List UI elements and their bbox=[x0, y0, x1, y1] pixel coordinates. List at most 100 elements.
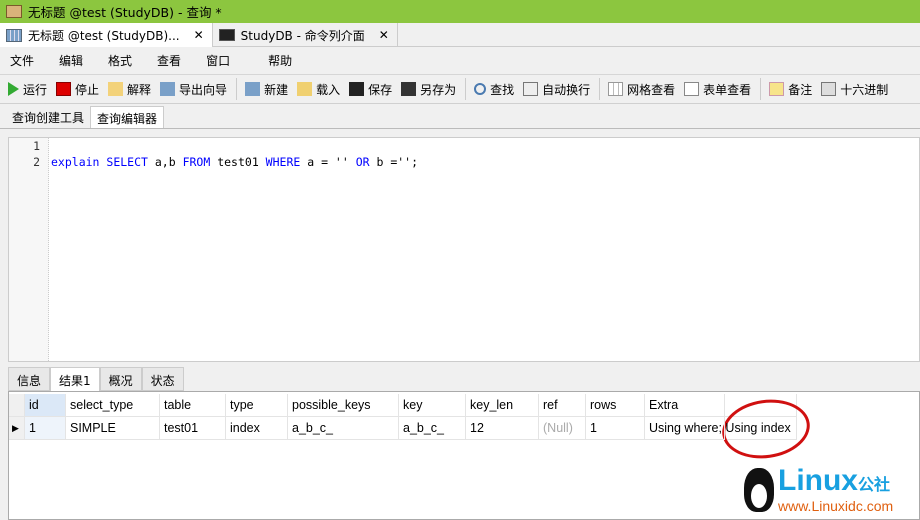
menu-view[interactable]: 查看 bbox=[157, 52, 181, 69]
corner-cell bbox=[9, 394, 25, 417]
run-button[interactable]: 运行 bbox=[8, 81, 47, 98]
hex-icon bbox=[821, 82, 837, 96]
label: 备注 bbox=[788, 82, 813, 97]
code-text: a = '' bbox=[300, 155, 356, 169]
menu-help[interactable]: 帮助 bbox=[268, 52, 292, 69]
cell[interactable]: 1 bbox=[586, 417, 645, 440]
explain-icon bbox=[108, 82, 124, 96]
table-row[interactable]: ▶ 1 SIMPLE test01 index a_b_c_ a_b_c_ 12 (Null) 1… bbox=[9, 417, 797, 440]
export-wizard-button[interactable]: 导出向导 bbox=[160, 81, 227, 98]
memo-button[interactable]: 备注 bbox=[769, 81, 812, 98]
tab-label: StudyDB - 命令列介面 bbox=[240, 28, 365, 43]
label: 十六进制 bbox=[840, 82, 889, 97]
save-button[interactable]: 保存 bbox=[349, 81, 392, 98]
keyword: FROM bbox=[182, 155, 211, 169]
window-title: 无标题 @test (StudyDB) - 查询 * bbox=[28, 5, 222, 20]
menu-file[interactable]: 文件 bbox=[10, 52, 34, 69]
column-header[interactable]: key_len bbox=[466, 394, 539, 417]
folder-icon bbox=[297, 82, 313, 96]
divider bbox=[236, 78, 238, 100]
menu-edit[interactable]: 编辑 bbox=[59, 52, 83, 69]
tab-query-editor[interactable]: 查询编辑器 bbox=[90, 106, 165, 128]
column-header[interactable]: select_type bbox=[66, 394, 160, 417]
search-icon bbox=[474, 83, 487, 95]
stop-icon bbox=[56, 82, 72, 96]
load-button[interactable]: 载入 bbox=[297, 81, 340, 98]
code-text: test01 bbox=[210, 155, 266, 169]
app-icon bbox=[6, 5, 22, 18]
keyword: SELECT bbox=[106, 155, 148, 169]
keyword: OR bbox=[355, 155, 370, 169]
cell[interactable]: a_b_c_ bbox=[288, 417, 399, 440]
cell[interactable]: test01 bbox=[160, 417, 226, 440]
label: 停止 bbox=[75, 82, 100, 97]
word-wrap-button[interactable]: 自动换行 bbox=[523, 81, 590, 98]
form-view-button[interactable]: 表单查看 bbox=[684, 81, 751, 98]
title-bar: 无标题 @test (StudyDB) - 查询 * bbox=[0, 0, 920, 23]
column-header[interactable]: possible_keys bbox=[288, 394, 399, 417]
label: 自动换行 bbox=[542, 82, 591, 97]
cell[interactable]: a_b_c_ bbox=[399, 417, 466, 440]
label: 查找 bbox=[490, 82, 515, 97]
column-header[interactable]: type bbox=[226, 394, 288, 417]
tab-status[interactable]: 状态 bbox=[141, 367, 184, 391]
grid-icon bbox=[6, 28, 22, 42]
play-icon bbox=[8, 82, 19, 96]
tab-console[interactable]: StudyDB - 命令列介面 ✕ bbox=[213, 23, 398, 47]
cell[interactable]: Using where; Using index bbox=[645, 417, 791, 440]
label: 新建 bbox=[264, 82, 289, 97]
code-line-2: explain SELECT a,b FROM test01 WHERE a =… bbox=[51, 154, 418, 170]
note-icon bbox=[769, 82, 785, 96]
grid-icon bbox=[608, 82, 624, 96]
cell[interactable]: SIMPLE bbox=[66, 417, 160, 440]
hex-button[interactable]: 十六进制 bbox=[821, 81, 888, 98]
editor-mode-tabs: 查询创建工具 查询编辑器 bbox=[0, 104, 920, 129]
cell[interactable]: index bbox=[226, 417, 288, 440]
close-icon[interactable]: ✕ bbox=[379, 28, 389, 42]
cell[interactable]: 12 bbox=[466, 417, 539, 440]
label: 载入 bbox=[316, 82, 341, 97]
penguin-icon bbox=[744, 468, 774, 512]
close-icon[interactable]: ✕ bbox=[194, 28, 204, 42]
column-header[interactable]: rows bbox=[586, 394, 645, 417]
column-header[interactable]: ref bbox=[539, 394, 586, 417]
brand: Linux bbox=[778, 464, 858, 497]
stop-button[interactable]: 停止 bbox=[56, 81, 99, 98]
label: 解释 bbox=[127, 82, 152, 97]
word-wrap-icon bbox=[523, 82, 539, 96]
grid-view-button[interactable]: 网格查看 bbox=[608, 81, 675, 98]
menu-bar: 文件 编辑 格式 查看 窗口 帮助 bbox=[0, 47, 920, 75]
line-number: 1 bbox=[33, 139, 40, 153]
console-icon bbox=[218, 29, 235, 41]
save-icon bbox=[349, 82, 365, 96]
menu-format[interactable]: 格式 bbox=[108, 52, 132, 69]
tab-query-builder[interactable]: 查询创建工具 bbox=[6, 106, 90, 128]
sql-editor[interactable]: 12 ​ explain SELECT a,b FROM test01 WHER… bbox=[8, 137, 920, 362]
tab-query[interactable]: 无标题 @test (StudyDB)... ✕ bbox=[0, 23, 213, 47]
column-header[interactable]: id bbox=[25, 394, 66, 417]
menu-window[interactable]: 窗口 bbox=[206, 52, 230, 69]
divider bbox=[760, 78, 762, 100]
cell[interactable]: 1 bbox=[25, 417, 66, 440]
cell[interactable]: (Null) bbox=[539, 417, 586, 440]
label: 网格查看 bbox=[627, 82, 676, 97]
new-button[interactable]: 新建 bbox=[245, 81, 288, 98]
tab-profile[interactable]: 概况 bbox=[99, 367, 142, 391]
label: 运行 bbox=[23, 82, 48, 97]
code-text: b =''; bbox=[369, 155, 419, 169]
tab-result1[interactable]: 结果1 bbox=[50, 367, 100, 391]
column-header[interactable]: Extra bbox=[645, 394, 725, 417]
divider bbox=[599, 78, 601, 100]
label: 另存为 bbox=[420, 82, 457, 97]
find-button[interactable]: 查找 bbox=[474, 81, 514, 98]
brand-suffix: 公社 bbox=[858, 477, 891, 494]
code: ​ explain SELECT a,b FROM test01 WHERE a… bbox=[51, 138, 418, 170]
column-header[interactable]: key bbox=[399, 394, 466, 417]
tab-info[interactable]: 信息 bbox=[8, 367, 51, 391]
keyword: explain bbox=[51, 155, 100, 169]
toolbar: 运行 停止 解释 导出向导 新建 载入 保存 另存为 查找 自动换行 网格查看 … bbox=[0, 75, 920, 104]
watermark-logo: Linux公社 www.Linuxidc.com bbox=[744, 466, 914, 516]
column-header[interactable]: table bbox=[160, 394, 226, 417]
save-as-button[interactable]: 另存为 bbox=[401, 81, 456, 98]
explain-button[interactable]: 解释 bbox=[108, 81, 151, 98]
